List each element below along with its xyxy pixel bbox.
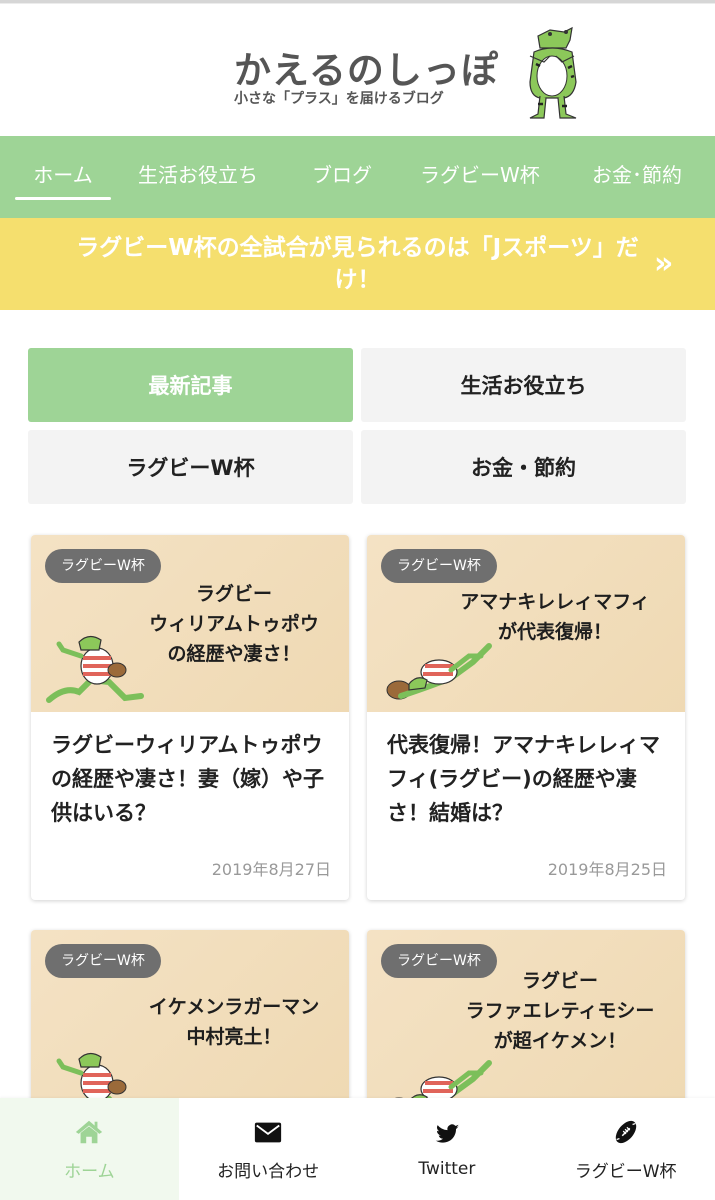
article-tabs: 最新記事 生活お役立ち ラグビーW杯 お金・節約 (28, 348, 688, 504)
article-title[interactable]: 代表復帰！アマナキレレィマフィ(ラグビー)の経歴や凄さ！結婚は？ (387, 728, 665, 830)
notice-banner[interactable]: ラグビーW杯の全試合が見られるのは「Jスポーツ」だけ！ » (0, 218, 715, 310)
frog-mascot-icon (529, 26, 577, 119)
bottom-menu-home-label: ホーム (64, 1161, 115, 1182)
twitter-icon (435, 1124, 460, 1143)
global-nav: ホーム 生活お役立ち ブログ ラグビーW杯 お金･節約 (0, 136, 715, 218)
article-thumbnail[interactable]: ラグビーW杯 ラグビー ラファエレティモシー が超イケメン！ (367, 930, 685, 1107)
bottom-menu-contact[interactable]: お問い合わせ (179, 1098, 358, 1200)
nav-item-blog[interactable]: ブログ (312, 136, 372, 218)
tab-life-tips[interactable]: 生活お役立ち (361, 348, 686, 422)
article-card[interactable]: ラグビーW杯 アマナキレレィマフィ が代表復帰！ 代表復帰！アマナキレレィマフィ… (367, 535, 685, 900)
tab-latest[interactable]: 最新記事 (28, 348, 353, 422)
site-header: かえるのしっぽ 小さな「プラス」を届けるブログ (0, 4, 715, 136)
category-badge[interactable]: ラグビーW杯 (45, 944, 161, 978)
article-date: 2019年8月27日 (211, 860, 331, 879)
article-card[interactable]: ラグビーW杯 イケメンラガーマン 中村亮土！ (31, 930, 349, 1107)
category-badge[interactable]: ラグビーW杯 (381, 549, 497, 583)
home-icon (76, 1120, 103, 1143)
bottom-menu-contact-label: お問い合わせ (217, 1161, 320, 1182)
site-tagline: 小さな「プラス」を届けるブログ (234, 91, 444, 107)
thumbnail-caption: イケメンラガーマン 中村亮土！ (148, 996, 320, 1048)
article-card[interactable]: ラグビーW杯 ラグビー ウィリアムトゥポウ の経歴や凄さ！ ラグビーウィリアムト… (31, 535, 349, 900)
nav-item-money-saving[interactable]: お金･節約 (592, 136, 682, 218)
double-chevron-right-icon: » (654, 246, 674, 281)
thumbnail-caption: ラグビー ラファエレティモシー が超イケメン！ (465, 970, 655, 1052)
bottom-menu-twitter-label: Twitter (418, 1159, 476, 1179)
article-thumbnail[interactable]: ラグビーW杯 イケメンラガーマン 中村亮土！ (31, 930, 349, 1107)
article-title[interactable]: ラグビーウィリアムトゥポウの経歴や凄さ！妻（嫁）や子供はいる？ (51, 728, 329, 830)
bottom-fixed-menu: ホーム お問い合わせ Twitter ラグビーW杯 (0, 1098, 715, 1200)
article-date: 2019年8月25日 (547, 860, 667, 879)
nav-item-home[interactable]: ホーム (15, 136, 111, 218)
tab-rugby-world-cup[interactable]: ラグビーW杯 (28, 430, 353, 504)
nav-item-rugby-world-cup[interactable]: ラグビーW杯 (420, 136, 540, 218)
rugby-ball-icon (615, 1120, 636, 1143)
category-badge[interactable]: ラグビーW杯 (45, 549, 161, 583)
tab-money-saving[interactable]: お金・節約 (361, 430, 686, 504)
bottom-menu-rugby-label: ラグビーW杯 (574, 1161, 677, 1182)
bottom-menu-rugby-world-cup[interactable]: ラグビーW杯 (536, 1098, 715, 1200)
bottom-menu-twitter[interactable]: Twitter (358, 1098, 537, 1200)
notice-text[interactable]: ラグビーW杯の全試合が見られるのは「Jスポーツ」だけ！ (70, 232, 645, 296)
bottom-menu-home[interactable]: ホーム (0, 1098, 179, 1200)
nav-item-life-tips[interactable]: 生活お役立ち (138, 136, 258, 218)
thumbnail-caption: ラグビー ウィリアムトゥポウ の経歴や凄さ！ (149, 583, 319, 665)
article-thumbnail[interactable]: ラグビーW杯 アマナキレレィマフィ が代表復帰！ (367, 535, 685, 712)
site-title[interactable]: かえるのしっぽ (234, 40, 499, 94)
article-thumbnail[interactable]: ラグビーW杯 ラグビー ウィリアムトゥポウ の経歴や凄さ！ (31, 535, 349, 712)
envelope-icon (255, 1122, 282, 1142)
thumbnail-caption: アマナキレレィマフィ が代表復帰！ (460, 591, 650, 643)
article-card[interactable]: ラグビーW杯 ラグビー ラファエレティモシー が超イケメン！ (367, 930, 685, 1107)
